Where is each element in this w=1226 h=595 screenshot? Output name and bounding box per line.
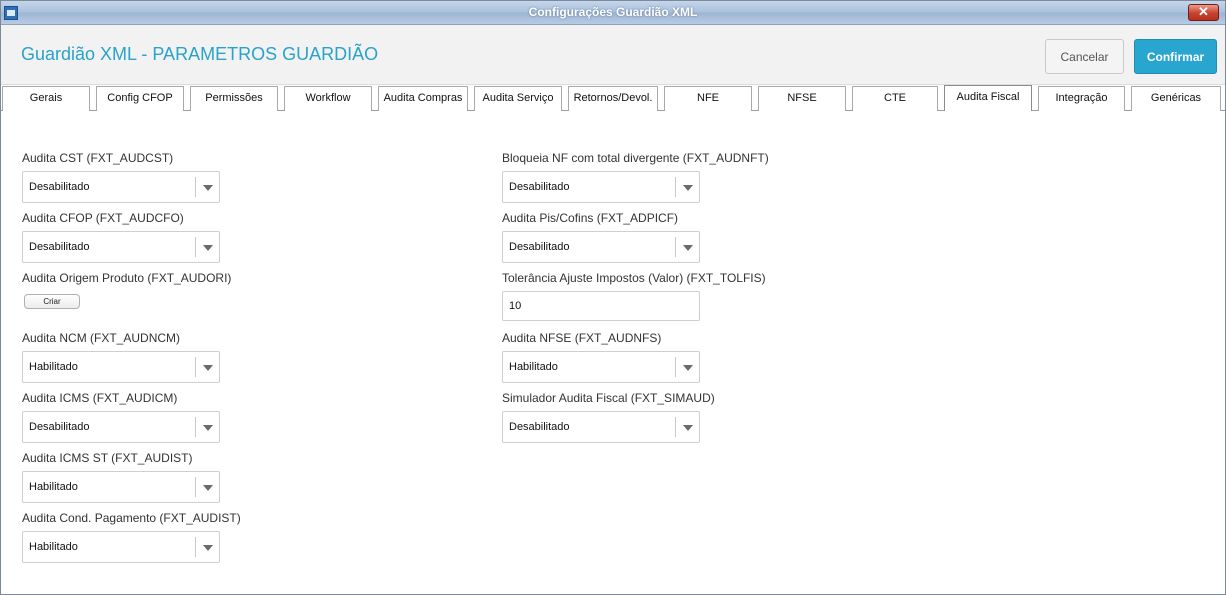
select-divider [195, 237, 196, 257]
chevron-down-icon[interactable] [203, 245, 213, 251]
chevron-down-icon[interactable] [683, 185, 693, 191]
tab-gerais[interactable]: Gerais [2, 86, 90, 111]
tab-audita-compras[interactable]: Audita Compras [378, 86, 468, 111]
select-divider [675, 177, 676, 197]
chevron-down-icon[interactable] [203, 545, 213, 551]
chevron-down-icon[interactable] [203, 485, 213, 491]
audnfs-value: Habilitado [509, 361, 558, 373]
audncm-value: Habilitado [29, 361, 78, 373]
tab-nfse[interactable]: NFSE [758, 86, 846, 111]
tab-permissoes[interactable]: Permissões [190, 86, 278, 111]
close-button[interactable]: ✕ [1188, 4, 1219, 21]
chevron-down-icon[interactable] [683, 245, 693, 251]
audist-select[interactable]: Habilitado [22, 471, 220, 503]
tab-config-cfop[interactable]: Config CFOP [96, 86, 184, 111]
simaud-value: Desabilitado [509, 421, 570, 433]
audicm-select[interactable]: Desabilitado [22, 411, 220, 443]
adpicf-select[interactable]: Desabilitado [502, 231, 700, 263]
title-bar[interactable]: Configurações Guardião XML ✕ [1, 1, 1225, 25]
audnfs-select[interactable]: Habilitado [502, 351, 700, 383]
select-divider [195, 357, 196, 377]
audori-label: Audita Origem Produto (FXT_AUDORI) [22, 271, 232, 285]
audncm-label: Audita NCM (FXT_AUDNCM) [22, 331, 181, 345]
simaud-label: Simulador Audita Fiscal (FXT_SIMAUD) [502, 391, 715, 405]
audcfo-select[interactable]: Desabilitado [22, 231, 220, 263]
simaud-select[interactable]: Desabilitado [502, 411, 700, 443]
audnft-label: Bloqueia NF com total divergente (FXT_AU… [502, 151, 769, 165]
criar-button[interactable]: Criar [24, 294, 80, 309]
audnft-value: Desabilitado [509, 181, 570, 193]
audcst-label: Audita CST (FXT_AUDCST) [22, 151, 174, 165]
confirm-button[interactable]: Confirmar [1134, 39, 1217, 74]
audist-label: Audita ICMS ST (FXT_AUDIST) [22, 451, 193, 465]
chevron-down-icon[interactable] [683, 365, 693, 371]
chevron-down-icon[interactable] [683, 425, 693, 431]
audicm-label: Audita ICMS (FXT_AUDICM) [22, 391, 178, 405]
tab-bar: Gerais Config CFOP Permissões Workflow A… [1, 85, 1225, 111]
tab-cte[interactable]: CTE [852, 86, 938, 111]
select-divider [675, 357, 676, 377]
select-divider [195, 417, 196, 437]
tab-retornos-devol[interactable]: Retornos/Devol. [568, 86, 658, 111]
tab-audita-fiscal[interactable]: Audita Fiscal [944, 85, 1032, 111]
select-divider [675, 237, 676, 257]
select-divider [675, 417, 676, 437]
tolfis-input[interactable]: 10 [502, 291, 700, 321]
select-divider [195, 477, 196, 497]
audpag-value: Habilitado [29, 541, 78, 553]
audcst-value: Desabilitado [29, 181, 90, 193]
audnfs-label: Audita NFSE (FXT_AUDNFS) [502, 331, 662, 345]
tab-panel-audita-fiscal: Audita CST (FXT_AUDCST) Desabilitado Aud… [1, 111, 1225, 594]
audcst-select[interactable]: Desabilitado [22, 171, 220, 203]
audicm-value: Desabilitado [29, 421, 90, 433]
header: Guardião XML - PARAMETROS GUARDIÃO Cance… [1, 25, 1225, 85]
tolfis-label: Tolerância Ajuste Impostos (Valor) (FXT_… [502, 271, 766, 285]
cancel-button[interactable]: Cancelar [1045, 39, 1124, 74]
adpicf-label: Audita Pis/Cofins (FXT_ADPICF) [502, 211, 679, 225]
chevron-down-icon[interactable] [203, 425, 213, 431]
tab-integracao[interactable]: Integração [1038, 86, 1125, 111]
tab-genericas[interactable]: Genéricas [1131, 86, 1221, 111]
select-divider [195, 537, 196, 557]
audnft-select[interactable]: Desabilitado [502, 171, 700, 203]
chevron-down-icon[interactable] [203, 185, 213, 191]
audncm-select[interactable]: Habilitado [22, 351, 220, 383]
tolfis-value: 10 [509, 300, 522, 312]
audcfo-label: Audita CFOP (FXT_AUDCFO) [22, 211, 184, 225]
audpag-select[interactable]: Habilitado [22, 531, 220, 563]
adpicf-value: Desabilitado [509, 241, 570, 253]
chevron-down-icon[interactable] [203, 365, 213, 371]
page-title: Guardião XML - PARAMETROS GUARDIÃO [21, 44, 379, 64]
audcfo-value: Desabilitado [29, 241, 90, 253]
select-divider [195, 177, 196, 197]
tab-workflow[interactable]: Workflow [284, 86, 372, 111]
audist-value: Habilitado [29, 481, 78, 493]
tab-audita-servico[interactable]: Audita Serviço [474, 86, 562, 111]
tab-nfe[interactable]: NFE [664, 86, 752, 111]
window-title: Configurações Guardião XML [528, 5, 698, 19]
audpag-label: Audita Cond. Pagamento (FXT_AUDIST) [22, 511, 241, 525]
dialog-window: Configurações Guardião XML ✕ Guardião XM… [0, 0, 1226, 595]
